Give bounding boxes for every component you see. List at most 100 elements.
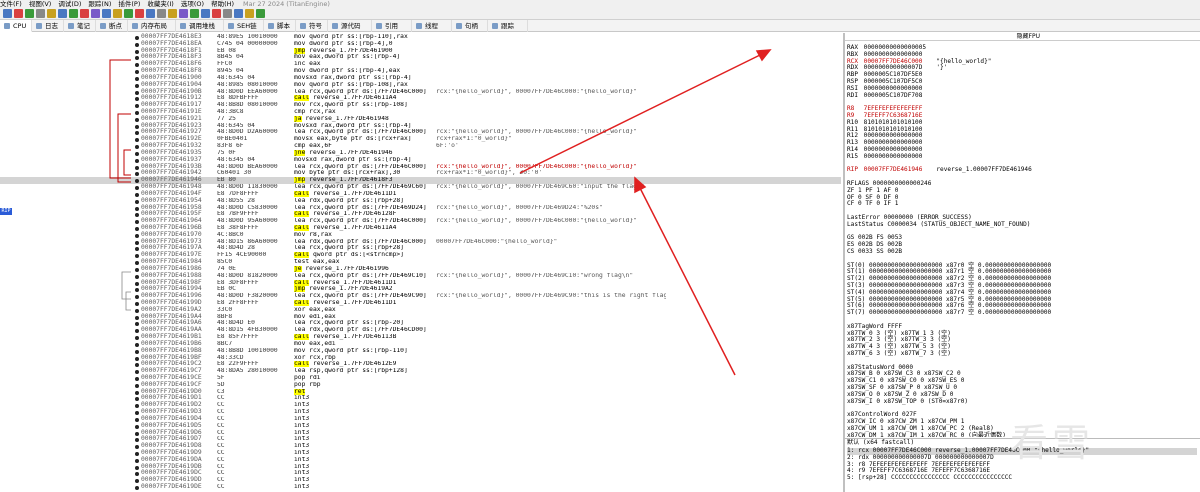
disasm-row[interactable]: 00007FF7DE4619D2 CC int3: [0, 401, 841, 409]
breakpoint-dot[interactable]: [135, 165, 139, 170]
registers-panel[interactable]: 隐藏FPU RAX 00000000000000005 RBX 000000000…: [845, 33, 1200, 437]
disasm-row[interactable]: 00007FF7DE4619DC CC int3: [0, 470, 841, 477]
toolbar-button-icon[interactable]: [256, 9, 265, 18]
disasm-row[interactable]: 00007FF7DE4619D9 CC int3: [0, 449, 841, 457]
tab-3[interactable]: 断点: [96, 20, 128, 32]
breakpoint-dot[interactable]: [135, 445, 139, 450]
breakpoint-dot[interactable]: [135, 465, 139, 470]
toolbar-button-icon[interactable]: [223, 9, 232, 18]
disasm-row[interactable]: 00007FF7DE461912 E8 8DFBFFFF call reverse_…: [0, 95, 841, 102]
menu-item[interactable]: 视图(V): [29, 0, 52, 8]
breakpoint-dot[interactable]: [135, 213, 139, 218]
disasm-row[interactable]: 00007FF7DE461917 48:8B8D 08010000 mov rcx,…: [0, 101, 841, 109]
disasm-row[interactable]: 00007FF7DE4619D6 CC int3: [0, 429, 841, 437]
breakpoint-dot[interactable]: [135, 281, 139, 286]
breakpoint-dot[interactable]: [135, 452, 139, 457]
breakpoint-dot[interactable]: [135, 417, 139, 422]
breakpoint-dot[interactable]: [135, 315, 139, 320]
disasm-row[interactable]: 00007FF7DE4619C2 E8 22F9FFFF call reverse_…: [0, 361, 841, 368]
breakpoint-dot[interactable]: [135, 254, 139, 259]
toolbar-button-icon[interactable]: [124, 9, 133, 18]
breakpoint-dot[interactable]: [135, 76, 139, 81]
disasm-row[interactable]: 00007FF7DE4619DE CC int3: [0, 483, 841, 491]
toolbar-button-icon[interactable]: [245, 9, 254, 18]
disasm-row[interactable]: 00007FF7DE4619B6 8BC7 mov eax,edi: [0, 340, 841, 348]
breakpoint-dot[interactable]: [135, 240, 139, 245]
toolbar-button-icon[interactable]: [14, 9, 23, 18]
disassembly-view[interactable]: RIP 00007FF7DE4618E3 48:89E5 10010000 mov …: [0, 33, 841, 492]
disasm-row[interactable]: 00007FF7DE461904 48:8985 08010000 mov qwor…: [0, 81, 841, 89]
breakpoint-dot[interactable]: [135, 486, 139, 491]
toolbar-button-icon[interactable]: [201, 9, 210, 18]
breakpoint-dot[interactable]: [135, 267, 139, 272]
disasm-row[interactable]: 00007FF7DE461921 77 25 ja reverse_1.7FF7DE…: [0, 115, 841, 123]
breakpoint-dot[interactable]: [135, 411, 139, 416]
breakpoint-dot[interactable]: [135, 145, 139, 150]
disasm-row[interactable]: 00007FF7DE4619B1 E8 85F7FFFF call reverse_…: [0, 333, 841, 341]
breakpoint-dot[interactable]: [135, 56, 139, 61]
disasm-row[interactable]: 00007FF7DE46195F E8 7BF9FFFF call reverse_…: [0, 210, 841, 218]
tab-2[interactable]: 笔记: [64, 20, 96, 32]
breakpoint-dot[interactable]: [135, 424, 139, 429]
toolbar-button-icon[interactable]: [80, 9, 89, 18]
tab-5[interactable]: 调用堆栈: [176, 20, 224, 32]
disasm-row[interactable]: 00007FF7DE46196B E8 38F8FFFF call reverse_…: [0, 224, 841, 232]
toolbar-button-icon[interactable]: [168, 9, 177, 18]
disasm-row[interactable]: 00007FF7DE4619D4 CC int3: [0, 415, 841, 423]
disasm-row[interactable]: 00007FF7DE4619D7 CC int3: [0, 436, 841, 443]
breakpoint-dot[interactable]: [135, 295, 139, 300]
breakpoint-dot[interactable]: [135, 274, 139, 279]
disasm-row[interactable]: 00007FF7DE46192E 0FBE0401 movsx eax,byte p…: [0, 135, 841, 143]
disasm-row[interactable]: 00007FF7DE4618F1 EB 08 jmp reverse_1.7FF7D…: [0, 47, 841, 55]
breakpoint-dot[interactable]: [135, 397, 139, 402]
breakpoint-dot[interactable]: [135, 247, 139, 252]
toolbar-button-icon[interactable]: [69, 9, 78, 18]
breakpoint-dot[interactable]: [135, 356, 139, 361]
disasm-row[interactable]: 00007FF7DE4619CF 5D pop rbp: [0, 381, 841, 389]
breakpoint-dot[interactable]: [135, 458, 139, 463]
toolbar-button-icon[interactable]: [47, 9, 56, 18]
disasm-row[interactable]: 00007FF7DE461942 C60401 30 mov byte ptr ds…: [0, 170, 841, 177]
disasm-row[interactable]: 00007FF7DE4619D8 CC int3: [0, 442, 841, 450]
breakpoint-dot[interactable]: [135, 431, 139, 436]
toolbar-button-icon[interactable]: [234, 9, 243, 18]
disasm-row[interactable]: 00007FF7DE461994 EB 0C jmp reverse_1.7FF7D…: [0, 286, 841, 293]
breakpoint-dot[interactable]: [135, 472, 139, 477]
breakpoint-dot[interactable]: [135, 322, 139, 327]
breakpoint-dot[interactable]: [135, 329, 139, 334]
breakpoint-dot[interactable]: [135, 83, 139, 88]
tab-12[interactable]: 句柄: [452, 20, 488, 32]
breakpoint-dot[interactable]: [135, 151, 139, 156]
disasm-row[interactable]: 00007FF7DE4619AA 48:8D15 4FB30000 lea rdx,…: [0, 326, 841, 334]
breakpoint-dot[interactable]: [135, 226, 139, 231]
breakpoint-dot[interactable]: [135, 138, 139, 143]
disasm-row[interactable]: 00007FF7DE46199D E8 2FF8FFFF call reverse_…: [0, 299, 841, 307]
disasm-row[interactable]: 00007FF7DE461964 48:8D0D 95A60000 lea rcx,…: [0, 217, 841, 225]
disasm-row[interactable]: 00007FF7DE4618EA C745 04 00000000 mov dwor…: [0, 40, 841, 48]
disasm-row[interactable]: 00007FF7DE461973 48:8D15 86A60000 lea rdx,…: [0, 238, 841, 246]
register-row[interactable]: R15 0000000000000000: [847, 153, 922, 161]
breakpoint-dot[interactable]: [135, 36, 139, 40]
disasm-row[interactable]: 00007FF7DE4619BF 48:33CD xor rcx,rbp: [0, 354, 841, 362]
toolbar-button-icon[interactable]: [25, 9, 34, 18]
breakpoint-dot[interactable]: [135, 90, 139, 95]
breakpoint-dot[interactable]: [135, 42, 139, 47]
tab-1[interactable]: 日志: [32, 20, 64, 32]
toolbar-button-icon[interactable]: [190, 9, 199, 18]
disasm-row[interactable]: 00007FF7DE46194F E8 7DF8FFFF call reverse_…: [0, 190, 841, 198]
menu-item[interactable]: 文件(F): [0, 0, 22, 8]
tab-10[interactable]: 引用: [372, 20, 412, 32]
disasm-row[interactable]: 00007FF7DE46197E FF15 4CE90000 call qword …: [0, 251, 841, 259]
tab-11[interactable]: 线程: [412, 20, 452, 32]
breakpoint-dot[interactable]: [135, 124, 139, 129]
tab-9[interactable]: 源代码: [328, 20, 372, 32]
disasm-row[interactable]: 00007FF7DE461937 48:6345 04 movsxd rax,dwo…: [0, 156, 841, 164]
disasm-row[interactable]: 00007FF7DE4619B8 48:8B8D 10010000 mov rcx,…: [0, 347, 841, 355]
breakpoint-dot[interactable]: [135, 377, 139, 381]
breakpoint-dot[interactable]: [135, 104, 139, 109]
toolbar-button-icon[interactable]: [3, 9, 12, 18]
disasm-row[interactable]: 00007FF7DE4619A2 33C0 xor eax,eax: [0, 306, 841, 314]
breakpoint-dot[interactable]: [135, 349, 139, 354]
menu-item[interactable]: 收藏夹(I): [147, 0, 174, 8]
disasm-row[interactable]: 00007FF7DE461986 74 0E je reverse_1.7FF7DE…: [0, 265, 841, 273]
